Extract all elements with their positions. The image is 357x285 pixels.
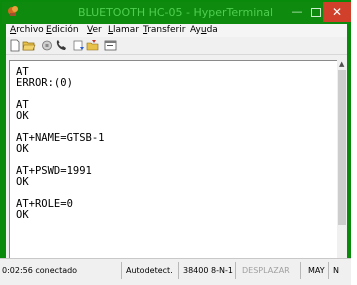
new-document-icon[interactable]: [8, 39, 22, 52]
send-file-icon[interactable]: [72, 39, 86, 52]
close-button[interactable]: ✕: [323, 2, 351, 22]
menu-llamar[interactable]: Llamar: [108, 25, 139, 35]
menu-bar: Archivo Edición Ver Llamar Transferir Ay…: [6, 24, 347, 37]
terminal-line: OK: [16, 110, 29, 122]
vertical-scrollbar[interactable]: ▲ ▼: [337, 60, 347, 270]
status-divider: [328, 262, 329, 279]
receive-file-icon[interactable]: [86, 39, 100, 52]
terminal-line: OK: [16, 176, 29, 188]
scroll-up-icon[interactable]: ▲: [339, 60, 344, 68]
status-divider: [300, 262, 301, 279]
minimize-button[interactable]: —: [291, 6, 303, 19]
status-num: N: [333, 266, 339, 275]
status-caps: MAY: [308, 266, 325, 275]
toolbar: [6, 38, 347, 55]
status-port-config: 38400 8-N-1: [183, 266, 233, 275]
status-connection-time: 0:02:56 conectado: [2, 266, 78, 275]
menu-archivo[interactable]: Archivo: [10, 25, 44, 35]
menu-ver[interactable]: Ver: [87, 25, 102, 35]
maximize-button[interactable]: [311, 8, 321, 17]
status-divider: [178, 262, 179, 279]
properties-icon[interactable]: [104, 39, 118, 52]
screenshot-background: BLUETOOTH HC-05 - HyperTerminal — ✕ Arch…: [0, 0, 357, 285]
status-bar: 0:02:56 conectado Autodetect. 38400 8-N-…: [0, 258, 351, 285]
terminal-line: ERROR:(0): [16, 77, 73, 89]
terminal-line: OK: [16, 209, 29, 221]
terminal-output[interactable]: AT ERROR:(0) AT OK AT+NAME=GTSB-1 OK AT+…: [9, 60, 338, 272]
terminal-line: OK: [16, 143, 29, 155]
status-divider: [121, 262, 122, 279]
disconnect-icon[interactable]: [40, 39, 54, 52]
status-detect: Autodetect.: [126, 266, 173, 275]
open-folder-icon[interactable]: [22, 39, 36, 52]
menu-edicion[interactable]: Edición: [46, 25, 79, 35]
menu-ayuda[interactable]: Ayuda: [190, 25, 218, 35]
menu-transferir[interactable]: Transferir: [143, 25, 185, 35]
client-area: Archivo Edición Ver Llamar Transferir Ay…: [6, 24, 347, 280]
title-bar[interactable]: BLUETOOTH HC-05 - HyperTerminal — ✕: [2, 2, 351, 24]
status-scroll: DESPLAZAR: [242, 266, 290, 275]
vertical-scroll-thumb[interactable]: [338, 70, 346, 225]
phone-icon[interactable]: [54, 39, 68, 52]
hyperterminal-window: BLUETOOTH HC-05 - HyperTerminal — ✕ Arch…: [0, 0, 351, 285]
terminal-line: AT+NAME=GTSB-1: [16, 132, 105, 144]
status-divider: [235, 262, 236, 279]
